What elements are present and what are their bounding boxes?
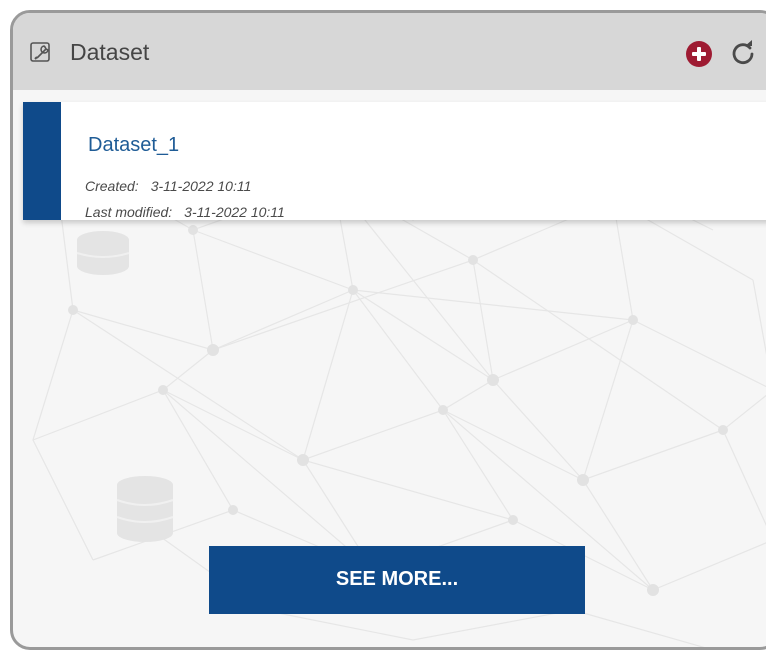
modified-row: Last modified: 3-11-2022 10:11	[85, 203, 285, 221]
panel-header: Dataset	[13, 13, 766, 90]
dataset-panel: Dataset Dataset_1 Created: 3-11-2022 10:…	[10, 10, 766, 650]
refresh-icon[interactable]	[729, 39, 757, 67]
panel-content: Dataset_1 Created: 3-11-2022 10:11 Last m…	[13, 90, 766, 647]
created-label: Created:	[85, 178, 139, 194]
created-value: 3-11-2022 10:11	[150, 178, 252, 194]
add-dataset-button[interactable]	[686, 41, 712, 67]
dataset-name-link[interactable]: Dataset_1	[88, 132, 179, 158]
see-more-button[interactable]: SEE MORE...	[209, 546, 585, 614]
created-row: Created: 3-11-2022 10:11	[85, 177, 251, 195]
modified-value: 3-11-2022 10:11	[184, 204, 285, 220]
card-accent-bar	[23, 102, 61, 220]
panel-title: Dataset	[70, 39, 150, 65]
dataset-card[interactable]: Dataset_1 Created: 3-11-2022 10:11 Last m…	[23, 102, 766, 220]
modified-label: Last modified:	[85, 204, 173, 220]
wrench-icon	[30, 42, 50, 62]
